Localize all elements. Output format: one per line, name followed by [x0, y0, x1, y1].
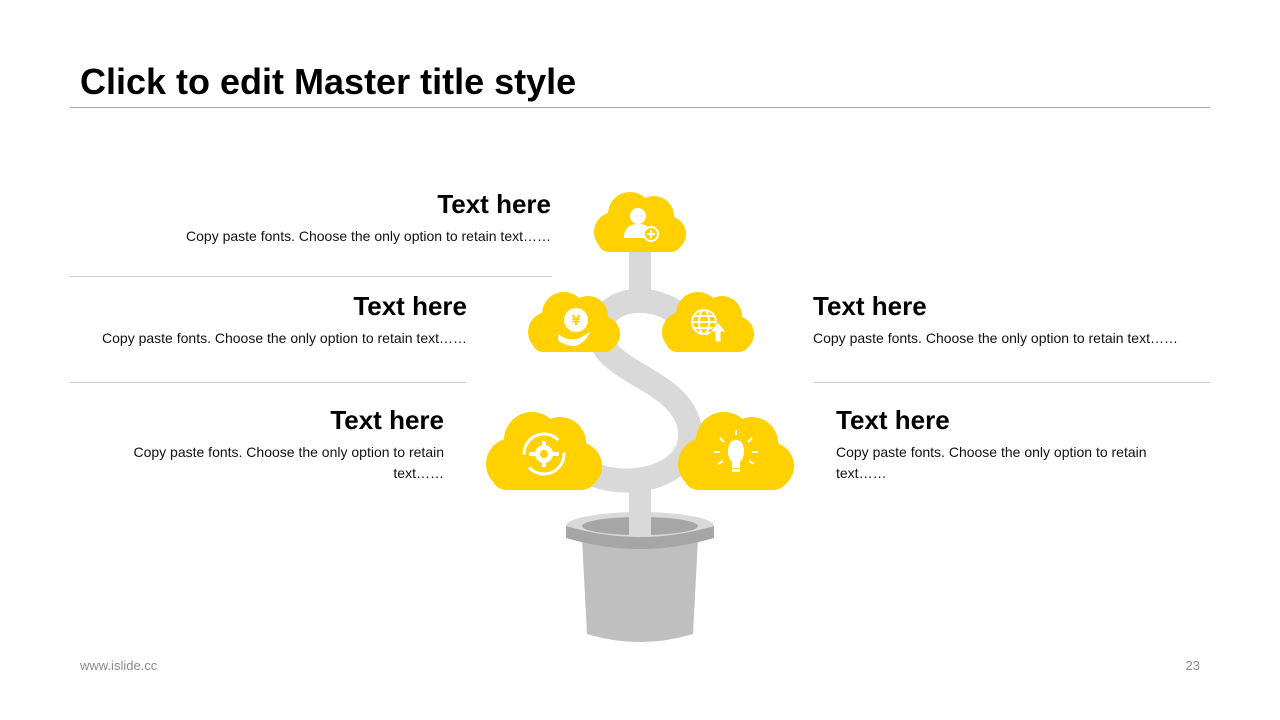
block-heading: Text here	[353, 291, 467, 321]
block-heading: Text here	[836, 405, 950, 435]
block-heading: Text here	[813, 291, 927, 321]
svg-text:¥: ¥	[571, 314, 580, 329]
footer-url: www.islide.cc	[80, 658, 158, 673]
slide-title[interactable]: Click to edit Master title style	[80, 60, 576, 104]
divider-middle-right	[814, 382, 1210, 383]
block-body: Copy paste fonts. Choose the only option…	[102, 330, 467, 346]
block-body: Copy paste fonts. Choose the only option…	[836, 444, 1147, 481]
dollar-stem	[549, 240, 725, 540]
text-block-bottom-right[interactable]: Text here Copy paste fonts. Choose the o…	[836, 404, 1176, 484]
text-block-middle-left[interactable]: Text here Copy paste fonts. Choose the o…	[70, 290, 467, 349]
block-body: Copy paste fonts. Choose the only option…	[133, 444, 444, 481]
divider-middle-left	[70, 382, 466, 383]
block-body: Copy paste fonts. Choose the only option…	[813, 330, 1178, 346]
plant-pot	[566, 505, 714, 642]
title-underline	[70, 107, 1210, 108]
page-number: 23	[1185, 658, 1200, 673]
text-block-middle-right[interactable]: Text here Copy paste fonts. Choose the o…	[813, 290, 1213, 349]
money-tree-illustration: ¥	[486, 192, 794, 642]
text-block-bottom-left[interactable]: Text here Copy paste fonts. Choose the o…	[104, 404, 444, 484]
cloud-bottom-left	[486, 412, 602, 490]
cloud-top	[594, 192, 686, 252]
block-heading: Text here	[330, 405, 444, 435]
